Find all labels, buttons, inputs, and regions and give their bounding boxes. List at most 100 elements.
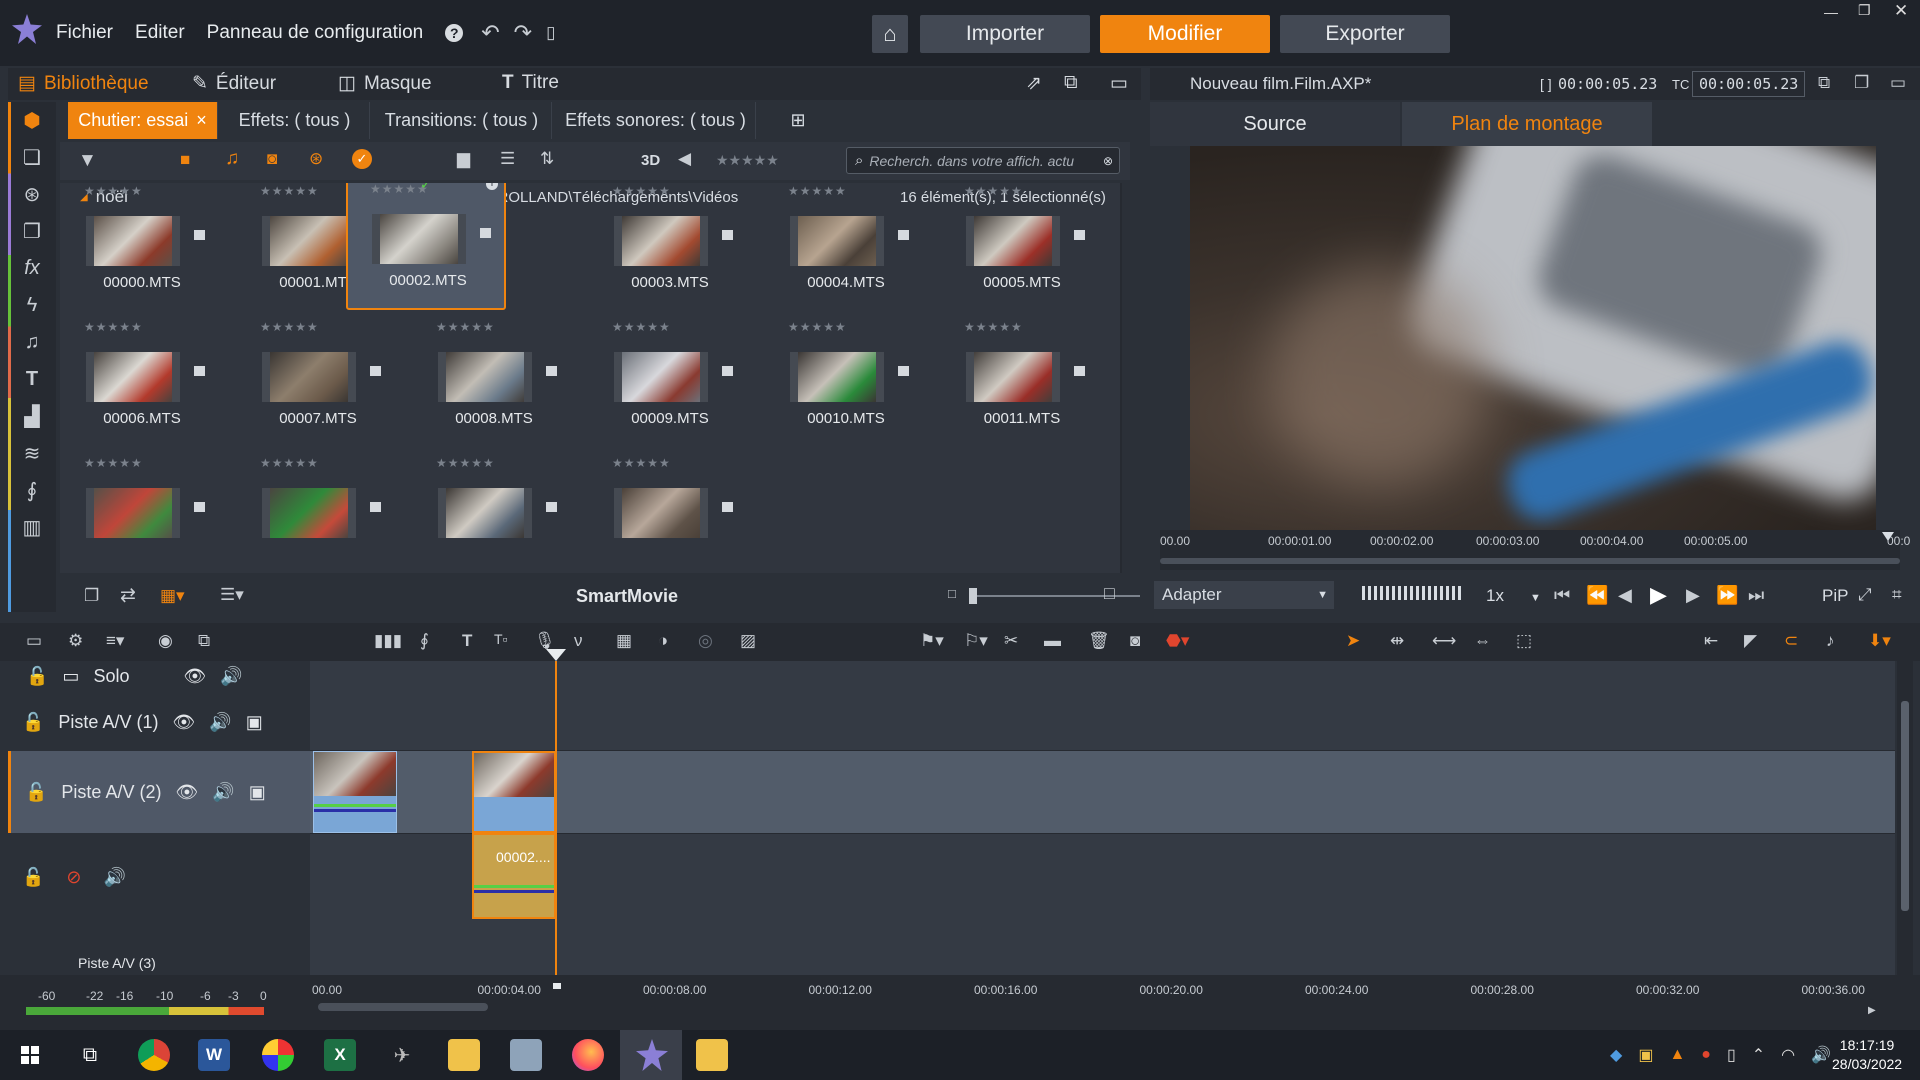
voiceover-icon[interactable]: 🎙 [534, 631, 556, 651]
thumbnail-item[interactable]: ★★★★★ 00006.MTS [62, 314, 222, 449]
sidebar-item-transitions-icon[interactable]: ϟ [8, 287, 56, 324]
chrome-icon[interactable] [138, 1039, 170, 1071]
next-mark-icon[interactable]: ⏩ [1716, 585, 1738, 606]
speaker-icon[interactable]: 🔊 [212, 782, 234, 803]
firefox-icon[interactable] [572, 1039, 604, 1071]
clock[interactable]: 18:17:19 28/03/2022 [1832, 1036, 1902, 1074]
rating-stars[interactable]: ★★★★★ [612, 320, 671, 334]
large-size-icon[interactable]: □ [1104, 583, 1115, 604]
eye-all-icon[interactable]: 👁 [183, 666, 206, 687]
marker-in-icon[interactable]: ⚑▾ [920, 631, 944, 651]
sidebar-item-layers-icon[interactable]: ≋ [8, 435, 56, 472]
redo-icon[interactable]: ↷ [514, 20, 532, 46]
timecode-field[interactable]: 00:00:05.23 [1692, 71, 1806, 97]
edit-mode-button[interactable]: Modifier [1100, 15, 1270, 53]
delete-icon[interactable]: 🗑 [1088, 631, 1110, 651]
undo-icon[interactable]: ↶ [481, 20, 499, 46]
folder-icon[interactable]: ▆ [457, 149, 470, 169]
magnet-icon[interactable]: ⊂ [1784, 631, 1798, 651]
audio-ducking-icon[interactable]: ν [574, 631, 583, 651]
external-monitor-icon[interactable]: ⧉ [1818, 73, 1830, 93]
menu-file[interactable]: Fichier [56, 22, 113, 44]
preview-layout-icon[interactable]: ▭ [1890, 73, 1906, 93]
tab-library[interactable]: ▤ Bibliothèque [18, 72, 149, 95]
sidebar-item-music-icon[interactable]: ♫ [8, 324, 56, 361]
word-icon[interactable]: W [198, 1039, 230, 1071]
rating-stars[interactable]: ★★★★★ [260, 184, 319, 198]
help-icon[interactable]: ? [445, 24, 464, 42]
sidebar-item-media-icon[interactable]: ⊛ [8, 176, 56, 213]
tray-antivirus-icon[interactable]: ● [1701, 1046, 1711, 1064]
multicam-icon[interactable]: ▦ [616, 631, 632, 651]
close-tab-icon[interactable]: × [196, 110, 207, 131]
thumbnail-item[interactable]: ★★★★★ [590, 450, 750, 573]
clear-search-icon[interactable]: ⊗ [1103, 154, 1113, 168]
thumbnail-item[interactable]: ★★★★★ 00003.MTS [590, 183, 750, 313]
split-icon[interactable]: ✂ [1004, 631, 1018, 651]
tab-effects[interactable]: Effets: ( tous ) [220, 102, 370, 139]
folder-app-icon[interactable] [696, 1039, 728, 1071]
monitor-icon[interactable]: ▣ [249, 782, 266, 803]
tray-chevron-icon[interactable]: ⌃ [1752, 1045, 1765, 1065]
maximize-button[interactable]: ❐ [1858, 2, 1871, 19]
tab-timeline[interactable]: Plan de montage [1402, 102, 1652, 146]
speaker-icon[interactable]: 🔊 [104, 867, 126, 888]
tab-source[interactable]: Source [1150, 102, 1400, 146]
insert-mode-icon[interactable]: ⇤ [1704, 631, 1718, 651]
windows-start-icon[interactable] [14, 1039, 46, 1071]
rating-stars[interactable]: ★★★★★ [84, 320, 143, 334]
sidebar-item-effects-icon[interactable]: fx [8, 250, 56, 287]
speaker-icon[interactable]: 🔊 [209, 712, 231, 733]
thumbnail-item[interactable]: ★★★★★ [238, 450, 398, 573]
track-header-2[interactable]: 🔓 Piste A/V (2) 👁 🔊 ▣ [8, 751, 310, 833]
monitor-icon[interactable]: ▣ [246, 712, 263, 733]
sidebar-item-film-icon[interactable]: ▥ [8, 509, 56, 546]
eye-icon[interactable]: 👁 [175, 782, 198, 803]
tray-sync-icon[interactable]: ◆ [1610, 1045, 1622, 1065]
storyboard-icon[interactable]: ⧉ [198, 631, 210, 651]
video-filter-icon[interactable]: ■ [180, 150, 190, 170]
pointer-icon[interactable]: ➤ [1346, 631, 1360, 651]
import-folder-icon[interactable]: ▼ [78, 150, 97, 172]
playhead-handle-icon[interactable] [546, 649, 566, 661]
home-button[interactable]: ⌂ [872, 15, 908, 53]
image-edit-icon[interactable]: ▨ [740, 631, 756, 651]
rating-stars[interactable]: ★★★★★ [788, 320, 847, 334]
color-icon[interactable]: ◑ [658, 631, 668, 651]
fullscreen-icon[interactable]: ⤢ [1858, 585, 1872, 605]
audio-clip[interactable]: 00002.... [472, 833, 556, 919]
sidebar-item-montage-icon[interactable]: ▟ [8, 398, 56, 435]
edit-mode-dropdown-icon[interactable]: ⬇▾ [1868, 631, 1891, 651]
tag-icon[interactable]: ◀ [678, 149, 691, 169]
tab-bin[interactable]: Chutier: essai × [68, 102, 218, 139]
menu-control-panel[interactable]: Panneau de configuration [207, 22, 424, 44]
project-filter-icon[interactable]: ⊛ [309, 149, 323, 169]
track-options-icon[interactable]: ≡▾ [106, 631, 124, 651]
ruler-playhead-icon[interactable] [553, 983, 561, 989]
eye-icon[interactable]: 👁 [172, 712, 195, 733]
import-button[interactable]: Importer [920, 15, 1090, 53]
info-icon[interactable]: i [486, 183, 498, 190]
menu-edit[interactable]: Editer [135, 22, 185, 44]
rating-stars[interactable]: ★★★★★ [260, 320, 319, 334]
thumbnail-item[interactable]: ★★★★★ 00007.MTS [238, 314, 398, 449]
task-view-icon[interactable]: ⧉ [74, 1039, 106, 1071]
timeline-ruler[interactable]: -60 -22 -16 -10 -6 -3 0 00.00 00:00:04.00 00:00:… [0, 975, 1920, 1030]
fit-dropdown[interactable]: Adapter ▼ [1154, 581, 1334, 609]
prev-mark-icon[interactable]: ⏪ [1586, 585, 1608, 606]
add-tab-icon[interactable]: ⊞ [780, 102, 816, 139]
detail-view-icon[interactable]: ☰▾ [220, 585, 244, 605]
stretch-icon[interactable]: ⬚ [1516, 631, 1532, 651]
list-view-icon[interactable]: ☰ [500, 149, 515, 169]
sidebar-item-titles-icon[interactable]: T [8, 361, 56, 398]
popout-icon[interactable]: ⧉ [1064, 72, 1078, 94]
thumbnail-item[interactable]: ★★★★★ [62, 450, 222, 573]
photo-filter-icon[interactable]: ◙ [267, 149, 277, 169]
rating-stars[interactable]: ★★★★★ [436, 320, 495, 334]
tray-app-icon[interactable]: ▣ [1638, 1045, 1653, 1065]
lock-icon[interactable]: 🔓 [22, 712, 44, 733]
lock-icon[interactable]: 🔓 [22, 867, 44, 888]
trim-icon[interactable]: ⇹ [1390, 631, 1404, 651]
tray-wifi-icon[interactable]: ◠ [1781, 1045, 1795, 1065]
sidebar-item-projects-icon[interactable]: ❐ [8, 213, 56, 250]
